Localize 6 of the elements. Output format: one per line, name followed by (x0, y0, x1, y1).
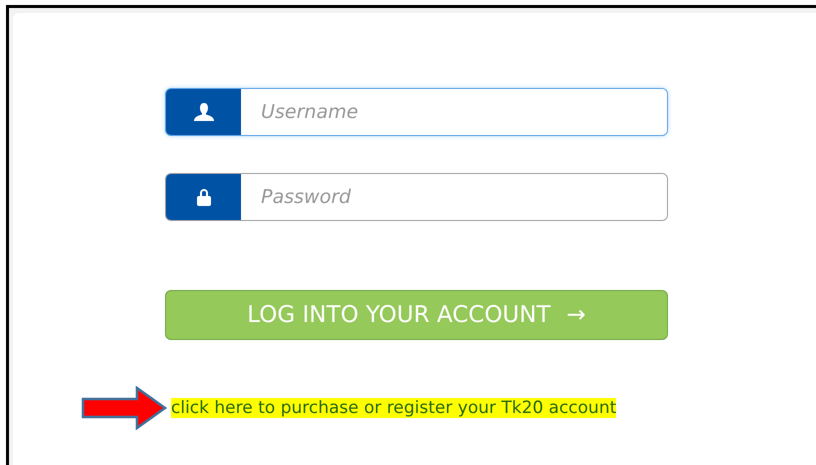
register-link[interactable]: click here to purchase or register your Tk20 account (171, 398, 616, 418)
input-field[interactable]: Username (165, 88, 668, 136)
person-icon (192, 102, 214, 122)
lock-icon (196, 187, 212, 207)
input-field[interactable]: Password (165, 173, 668, 221)
arrow-icon (81, 386, 167, 430)
